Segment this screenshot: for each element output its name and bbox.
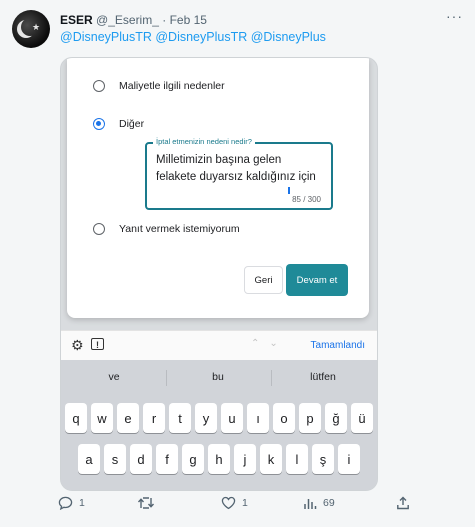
tweet-mentions[interactable]: @DisneyPlusTR @DisneyPlusTR @DisneyPlus xyxy=(60,30,326,44)
key-k[interactable]: k xyxy=(260,444,282,474)
author-name[interactable]: ESER xyxy=(60,13,93,27)
key-r[interactable]: r xyxy=(143,403,165,433)
tweet-header: ESER @_Eserim_ · Feb 15 xyxy=(60,13,207,27)
author-handle[interactable]: @_Eserim_ xyxy=(96,13,159,27)
suggestion-divider xyxy=(271,370,272,386)
key-j[interactable]: j xyxy=(234,444,256,474)
key-g-breve[interactable]: ğ xyxy=(325,403,347,433)
suggestion-2[interactable]: bu xyxy=(168,371,268,383)
back-button[interactable]: Geri xyxy=(244,266,283,294)
retweet-icon xyxy=(137,497,155,509)
key-q[interactable]: q xyxy=(65,403,87,433)
tweet-media-image[interactable]: Maliyetle ilgili nedenler Diğer İptal et… xyxy=(60,57,378,491)
key-d[interactable]: d xyxy=(130,444,152,474)
field-text-line-1: Milletimizin başına gelen xyxy=(156,154,282,166)
key-o[interactable]: o xyxy=(273,403,295,433)
cancel-reason-dialog: Maliyetle ilgili nedenler Diğer İptal et… xyxy=(67,58,369,318)
key-h[interactable]: h xyxy=(208,444,230,474)
header-separator: · xyxy=(162,13,167,27)
cancel-reason-textarea[interactable]: İptal etmenizin nedeni nedir? Milletimiz… xyxy=(145,137,333,210)
continue-button[interactable]: Devam et xyxy=(286,264,348,296)
heart-icon xyxy=(221,496,236,510)
radio-no-answer[interactable] xyxy=(93,223,105,235)
key-s-cedilla[interactable]: ş xyxy=(312,444,334,474)
like-count: 1 xyxy=(242,497,248,509)
key-y[interactable]: y xyxy=(195,403,217,433)
views-chart-icon xyxy=(304,499,317,509)
key-u[interactable]: u xyxy=(221,403,243,433)
option-label-no-answer: Yanıt vermek istemiyorum xyxy=(119,223,240,235)
field-text-line-2: felakete duyarsız kaldığınız için xyxy=(156,171,316,183)
tweet-date[interactable]: Feb 15 xyxy=(170,13,207,27)
views-count: 69 xyxy=(323,497,335,509)
key-i[interactable]: i xyxy=(338,444,360,474)
key-a[interactable]: a xyxy=(78,444,100,474)
field-text: Milletimizin başına gelen felakete duyar… xyxy=(156,152,328,186)
suggestion-1[interactable]: ve xyxy=(64,371,164,383)
key-u-umlaut[interactable]: ü xyxy=(351,403,373,433)
star-icon: ★ xyxy=(32,22,41,32)
radio-other[interactable] xyxy=(93,118,105,130)
option-label-cost: Maliyetle ilgili nedenler xyxy=(119,80,225,92)
field-label: İptal etmenizin nedeni nedir? xyxy=(153,137,255,146)
views-button[interactable]: 69 xyxy=(303,496,335,510)
key-t[interactable]: t xyxy=(169,403,191,433)
suggestion-3[interactable]: lütfen xyxy=(273,371,373,383)
text-caret xyxy=(288,187,290,194)
done-button[interactable]: Tamamlandı xyxy=(311,340,365,351)
prev-next-arrows-icon[interactable]: ⌃⌄ xyxy=(251,338,288,349)
character-counter: 85 / 300 xyxy=(292,195,321,204)
key-e[interactable]: e xyxy=(117,403,139,433)
suggestion-divider xyxy=(166,370,167,386)
key-p[interactable]: p xyxy=(299,403,321,433)
key-s[interactable]: s xyxy=(104,444,126,474)
key-w[interactable]: w xyxy=(91,403,113,433)
key-dotless-i[interactable]: ı xyxy=(247,403,269,433)
reply-icon xyxy=(58,496,73,510)
option-label-other: Diğer xyxy=(119,118,145,130)
key-g[interactable]: g xyxy=(182,444,204,474)
share-button[interactable] xyxy=(396,496,416,510)
key-f[interactable]: f xyxy=(156,444,178,474)
retweet-button[interactable] xyxy=(137,496,161,510)
reply-count: 1 xyxy=(79,497,85,509)
feedback-icon[interactable]: ! xyxy=(91,338,104,350)
keyboard-accessory-bar: ⚙ ! ⌃⌄ Tamamlandı xyxy=(61,330,377,361)
more-options-icon[interactable]: ··· xyxy=(446,8,463,24)
onscreen-keyboard: ve bu lütfen q w e r t y u ı o p ğ ü a s… xyxy=(61,360,377,490)
reply-button[interactable]: 1 xyxy=(58,496,85,510)
gear-icon[interactable]: ⚙ xyxy=(71,337,84,354)
author-avatar[interactable]: ★ xyxy=(12,10,50,48)
key-l[interactable]: l xyxy=(286,444,308,474)
like-button[interactable]: 1 xyxy=(221,496,248,510)
share-icon xyxy=(397,496,409,510)
radio-cost-reasons[interactable] xyxy=(93,80,105,92)
